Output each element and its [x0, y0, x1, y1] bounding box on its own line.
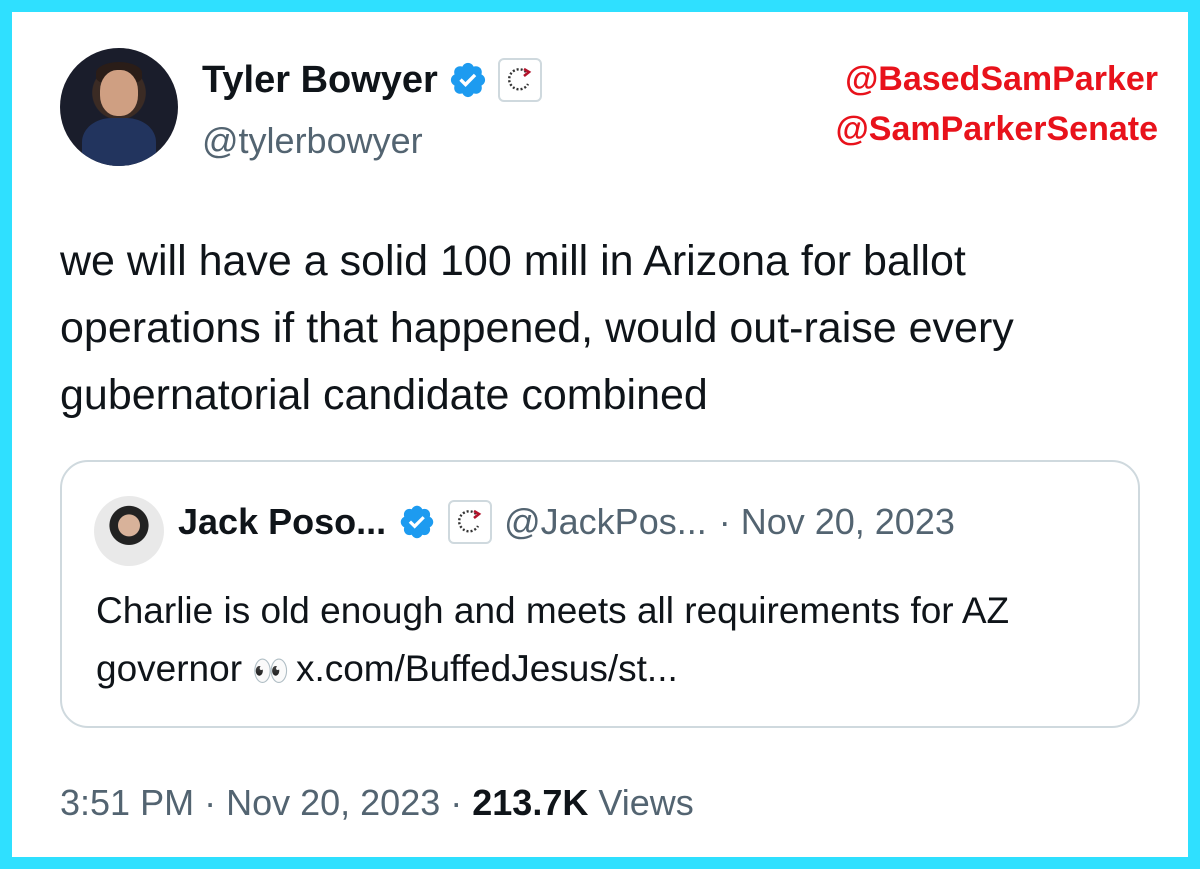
author-avatar[interactable] [60, 48, 178, 166]
quoted-link[interactable]: x.com/BuffedJesus/st... [296, 648, 678, 689]
tweet-card: Tyler Bowyer @tylerbowyer @BasedSamParke… [12, 12, 1188, 857]
eyes-emoji-icon: 👀 [252, 655, 289, 688]
verified-badge-icon[interactable] [398, 503, 436, 541]
author-handle[interactable]: @tylerbowyer [202, 120, 423, 162]
author-display-name[interactable]: Tyler Bowyer [202, 59, 438, 102]
quoted-date[interactable]: · Nov 20, 2023 [719, 501, 955, 543]
watermark-line-2: @SamParkerSenate [835, 110, 1158, 148]
quoted-handle[interactable]: @JackPos... [504, 501, 707, 543]
watermark: @BasedSamParker @SamParkerSenate [836, 54, 1158, 154]
quoted-author-avatar[interactable] [94, 496, 164, 566]
watermark-line-1: @BasedSamParker [845, 60, 1158, 98]
affiliate-badge-icon[interactable] [448, 500, 493, 544]
views-label: Views [598, 782, 694, 823]
quoted-header: Jack Poso... @JackPos... · Nov 20, 2023 [178, 500, 955, 544]
tweet-meta: 3:51 PM · Nov 20, 2023 · 213.7K Views [60, 782, 694, 823]
affiliate-badge-icon[interactable] [497, 58, 542, 102]
quoted-text: Charlie is old enough and meets all requ… [96, 582, 1106, 701]
quoted-display-name[interactable]: Jack Poso... [178, 501, 386, 543]
views-count[interactable]: 213.7K [472, 782, 588, 823]
quoted-tweet[interactable]: Jack Poso... @JackPos... · Nov 20, 2023 … [60, 460, 1140, 728]
tweet-date[interactable]: Nov 20, 2023 [226, 782, 440, 823]
verified-badge-icon[interactable] [448, 60, 488, 100]
tweet-time[interactable]: 3:51 PM [60, 782, 194, 823]
author-name-row: Tyler Bowyer [202, 58, 542, 102]
tweet-text: we will have a solid 100 mill in Arizona… [60, 237, 1014, 419]
